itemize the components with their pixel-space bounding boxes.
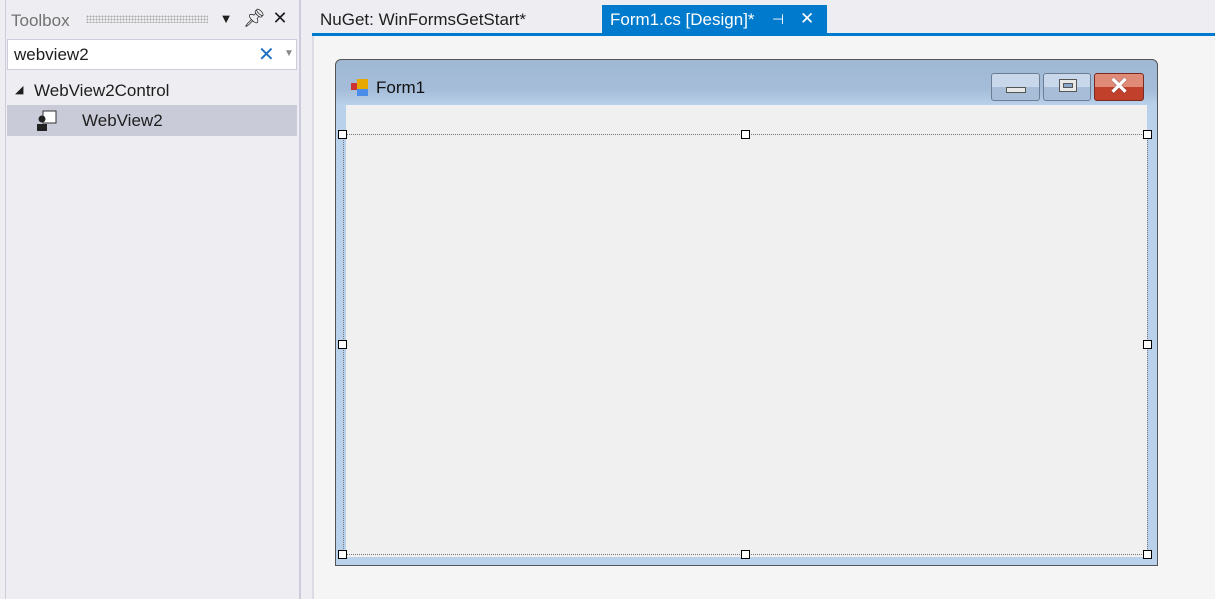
close-tab-icon[interactable]: ✕ — [800, 9, 814, 29]
tab-form1-design[interactable]: Form1.cs [Design]* ⊣ ✕ — [602, 5, 827, 33]
pin-icon[interactable]: ⊣ — [772, 11, 784, 28]
resize-handle[interactable] — [1143, 340, 1152, 349]
resize-handle[interactable] — [338, 130, 347, 139]
toolbox-category[interactable]: ◢ WebView2Control — [7, 78, 297, 104]
tab-label: Form1.cs [Design]* — [610, 10, 755, 29]
toolbox-panel: Toolbox ▼ 📌︎ ✕ ✕ ▼ ◢ WebView2Control Web… — [0, 0, 301, 599]
form-title: Form1 — [376, 78, 426, 97]
minimize-button[interactable] — [991, 73, 1040, 101]
resize-handle[interactable] — [1143, 550, 1152, 559]
toolbox-item-webview2[interactable]: WebView2 — [7, 105, 297, 136]
resize-handle[interactable] — [1143, 130, 1152, 139]
search-input[interactable] — [14, 45, 244, 65]
drag-grip[interactable] — [86, 15, 208, 23]
maximize-button[interactable] — [1043, 73, 1091, 101]
clear-search-icon[interactable]: ✕ — [258, 42, 275, 67]
control-icon — [37, 110, 57, 131]
resize-handle[interactable] — [741, 130, 750, 139]
dropdown-icon[interactable]: ▼ — [215, 11, 237, 26]
expanded-triangle-icon[interactable]: ◢ — [15, 83, 23, 96]
category-label: WebView2Control — [34, 81, 170, 100]
toolbox-title: Toolbox — [11, 11, 70, 30]
item-label: WebView2 — [82, 111, 163, 130]
resize-handle[interactable] — [741, 550, 750, 559]
pin-icon[interactable]: 📌︎ — [243, 8, 266, 29]
toolbox-search: ✕ ▼ — [7, 39, 297, 70]
search-dropdown-icon[interactable]: ▼ — [284, 48, 294, 59]
webview2-control-selection[interactable] — [343, 134, 1148, 555]
form-icon — [351, 79, 368, 96]
tab-label: NuGet: WinFormsGetStart* — [320, 10, 526, 29]
close-button[interactable]: ✕ — [1094, 73, 1144, 101]
resize-handle[interactable] — [338, 340, 347, 349]
close-icon[interactable]: ✕ — [269, 8, 291, 29]
resize-handle[interactable] — [338, 550, 347, 559]
tab-nuget[interactable]: NuGet: WinFormsGetStart* — [312, 5, 534, 33]
